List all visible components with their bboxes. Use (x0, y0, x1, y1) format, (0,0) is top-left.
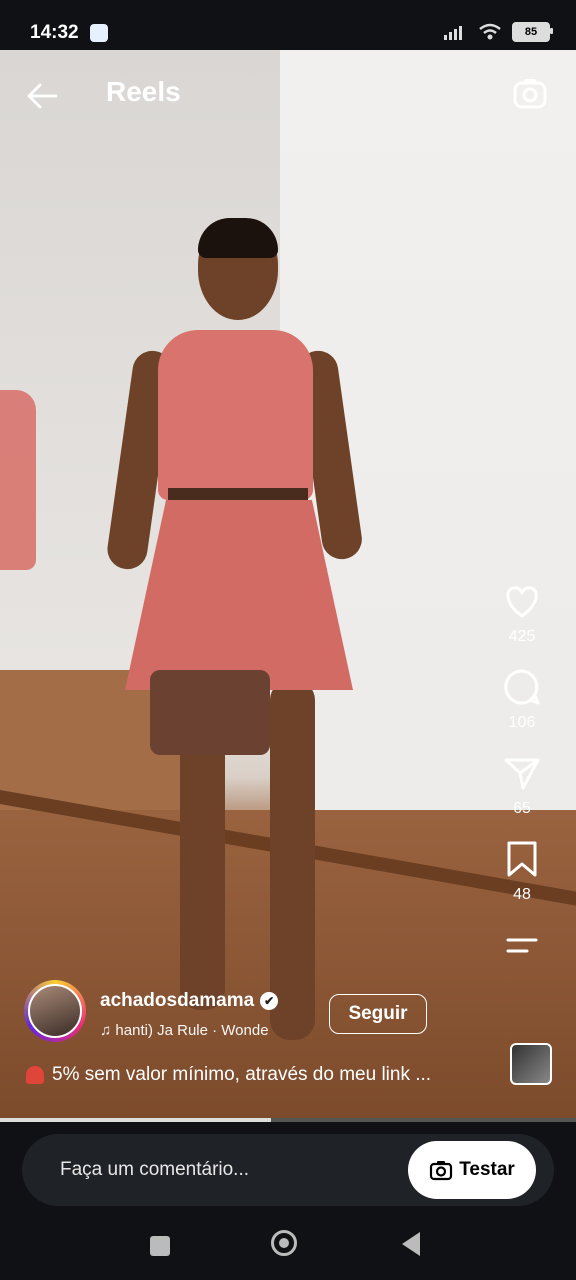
page-title: Reels (106, 76, 181, 107)
mirror-reflection-person (0, 390, 36, 570)
send-icon[interactable] (501, 752, 543, 794)
share-action[interactable]: 65 (501, 752, 543, 818)
back-icon[interactable] (402, 1232, 420, 1256)
back-arrow-icon[interactable] (22, 76, 62, 116)
system-navbar (0, 1206, 576, 1280)
like-action[interactable]: 425 (501, 580, 543, 646)
app-notification-icon (90, 24, 108, 42)
save-count: 48 (513, 886, 531, 903)
handbag (150, 670, 270, 755)
video-progress-bar[interactable] (0, 1118, 576, 1122)
try-button-label: Testar (459, 1159, 515, 1180)
dress-top (158, 330, 313, 500)
battery-icon: 85 (512, 22, 553, 42)
audio-thumbnail[interactable] (510, 1043, 552, 1085)
bookmark-icon[interactable] (501, 838, 543, 880)
follow-button[interactable]: Seguir (329, 994, 427, 1034)
caption-text: 5% sem valor mínimo, através do meu link… (52, 1064, 432, 1085)
status-time: 14:32 (30, 22, 79, 43)
camera-icon (430, 1161, 453, 1181)
comment-action[interactable]: 106 (501, 666, 543, 732)
verified-badge-icon: ✔ (260, 991, 279, 1010)
person-figure (104, 218, 365, 1050)
wifi-icon (479, 23, 501, 40)
more-options-icon[interactable] (505, 934, 539, 958)
avatar[interactable] (24, 980, 86, 1042)
comment-input[interactable]: Faça um comentário... (60, 1159, 249, 1181)
status-icons: 85 (444, 22, 553, 42)
caption[interactable]: 5% sem valor mínimo, através do meu link… (26, 1064, 431, 1086)
comment-icon[interactable] (501, 666, 543, 708)
music-info[interactable]: ♫ hanti) Ja Rule · Wonde (100, 1022, 269, 1039)
camera-icon[interactable] (510, 74, 550, 114)
signal-icon (444, 26, 462, 40)
try-button[interactable]: Testar (408, 1141, 536, 1199)
username[interactable]: achadosdamama ✔ (100, 990, 279, 1012)
status-bar: 14:32 85 (0, 0, 576, 50)
username-text: achadosdamama (100, 990, 255, 1011)
home-icon[interactable] (271, 1230, 297, 1256)
like-count: 425 (508, 628, 536, 645)
reels-header: Reels (0, 50, 576, 140)
comment-bar[interactable]: Faça um comentário... Testar (22, 1134, 554, 1206)
post-author: achadosdamama ✔ ♫ hanti) Ja Rule · Wonde … (24, 980, 494, 1050)
hair (198, 218, 278, 258)
share-count: 65 (513, 800, 531, 817)
siren-icon (26, 1065, 44, 1084)
action-rail: 425 106 65 48 (486, 580, 558, 958)
dress-skirt (125, 500, 353, 690)
recent-apps-icon[interactable] (150, 1236, 170, 1256)
video-progress-fill (0, 1118, 271, 1122)
heart-icon[interactable] (501, 580, 543, 622)
belt (168, 488, 308, 500)
avatar-image (28, 984, 82, 1038)
comment-count: 106 (508, 714, 536, 731)
save-action[interactable]: 48 (501, 838, 543, 904)
